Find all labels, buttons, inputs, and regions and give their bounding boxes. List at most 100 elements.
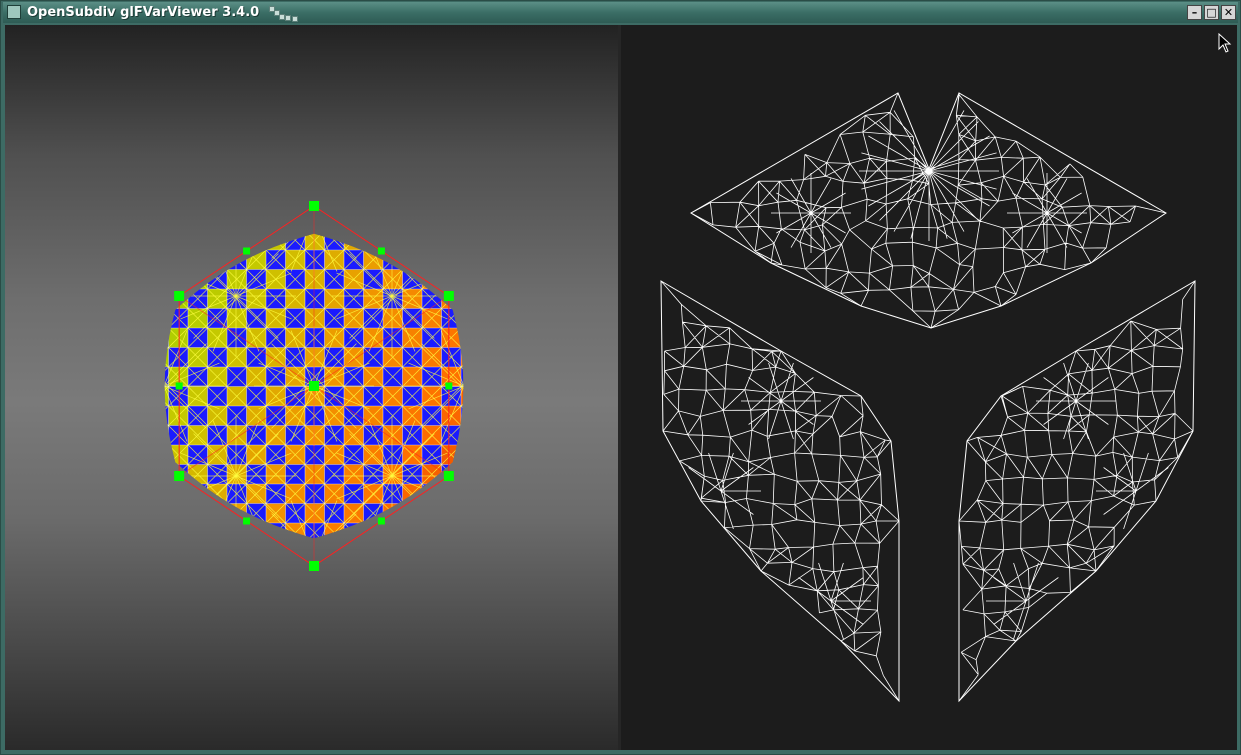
control-point[interactable] [309, 381, 319, 391]
wire-diagonal [441, 233, 462, 251]
checker-cell [481, 543, 501, 563]
wire-diagonal [461, 543, 481, 563]
wire-diagonal [168, 269, 189, 290]
checker-cell [207, 250, 228, 270]
wire-diagonal [460, 464, 464, 485]
checker-cell [422, 503, 442, 524]
checker-cell [461, 289, 464, 309]
control-point[interactable] [443, 471, 454, 481]
wire-diagonal [207, 233, 228, 251]
wire-spoke [314, 556, 369, 579]
control-point[interactable] [443, 291, 454, 301]
checker-cell [441, 523, 462, 539]
checker-cell [188, 523, 208, 539]
wire-diagonal [481, 367, 501, 387]
checker-cell [227, 211, 247, 231]
wire-spoke [314, 556, 356, 598]
wire-diagonal [226, 522, 247, 539]
wire-diagonal [149, 543, 169, 563]
gl-canvas[interactable] [5, 25, 1237, 750]
wire-diagonal [481, 289, 501, 309]
checker-cell [403, 211, 423, 231]
title-bar-decoration [265, 5, 305, 22]
wire-spoke [109, 386, 164, 409]
uv-layout-viewport[interactable] [621, 25, 1237, 750]
minimize-button[interactable]: – [1187, 5, 1202, 20]
wire-diagonal [344, 543, 364, 563]
checker-cell [461, 211, 481, 231]
control-point[interactable] [174, 291, 185, 301]
checker-cell [481, 289, 501, 309]
control-point[interactable] [309, 201, 319, 211]
wire-diagonal [246, 522, 267, 539]
wire-diagonal [168, 503, 189, 524]
wire-diagonal [164, 308, 169, 329]
maximize-button[interactable]: □ [1204, 5, 1219, 20]
checker-cell [344, 233, 364, 251]
control-point[interactable] [377, 247, 385, 255]
wire-diagonal [442, 543, 462, 563]
subdivided-mesh[interactable] [5, 25, 621, 750]
wire-diagonal [265, 522, 286, 539]
checker-cell [164, 406, 169, 426]
checker-cell [461, 464, 464, 485]
checker-cell [481, 445, 501, 465]
control-point[interactable] [174, 471, 185, 481]
wire-diagonal [187, 233, 208, 251]
control-point[interactable] [377, 517, 385, 525]
wire-diagonal [187, 249, 208, 270]
wire-diagonal [460, 269, 464, 290]
wire-diagonal [164, 503, 169, 524]
uv-patch-right[interactable] [958, 280, 1196, 703]
wire-diagonal [481, 211, 501, 231]
wire-diagonal [187, 503, 208, 524]
wire-diagonal [169, 543, 189, 563]
control-point[interactable] [175, 382, 183, 390]
wire-diagonal [441, 522, 462, 539]
checker-cell [481, 523, 501, 543]
checker-cell [481, 504, 501, 524]
checker-cell [422, 211, 442, 231]
uv-patch-left[interactable] [660, 280, 900, 703]
checker-cell [383, 233, 403, 251]
wire-diagonal [164, 405, 169, 426]
wire-spoke [314, 193, 369, 216]
wire-diagonal [481, 465, 501, 485]
control-point[interactable] [309, 561, 319, 571]
wire-diagonal [168, 249, 189, 270]
control-point[interactable] [243, 517, 251, 525]
wire-diagonal [168, 522, 189, 539]
wire-diagonal [187, 522, 208, 539]
wire-diagonal [441, 503, 462, 524]
wire-diagonal [305, 543, 325, 563]
wire-diagonal [164, 522, 169, 539]
checker-cell [246, 523, 267, 539]
checker-cell [481, 231, 501, 251]
window-title: OpenSubdiv glFVarViewer 3.4.0 [27, 5, 260, 20]
checker-cell [441, 233, 462, 251]
checker-cell [168, 269, 189, 290]
uv-patch-top[interactable] [690, 92, 1167, 329]
title-bar[interactable]: OpenSubdiv glFVarViewer 3.4.0 – □ ✕ [3, 2, 1238, 23]
wire-diagonal [481, 504, 501, 524]
uv-wire-edges [660, 280, 900, 702]
wire-diagonal [481, 445, 501, 465]
3d-viewport[interactable] [5, 25, 621, 750]
checker-cell [344, 543, 364, 563]
control-point[interactable] [243, 247, 251, 255]
wire-diagonal [364, 211, 384, 231]
checker-cell [364, 211, 384, 231]
checker-cell [164, 269, 169, 290]
control-point[interactable] [445, 382, 453, 390]
wire-diagonal [460, 503, 464, 524]
checker-cell [149, 543, 169, 563]
wire-diagonal [149, 211, 169, 231]
wire-diagonal [481, 406, 501, 426]
app-window-icon[interactable] [7, 5, 21, 19]
wire-diagonal [481, 484, 501, 504]
wire-diagonal [383, 211, 403, 231]
close-button[interactable]: ✕ [1221, 5, 1236, 20]
wire-spoke [141, 386, 164, 441]
uv-wireframe[interactable] [621, 25, 1237, 750]
checker-cell [461, 269, 464, 290]
